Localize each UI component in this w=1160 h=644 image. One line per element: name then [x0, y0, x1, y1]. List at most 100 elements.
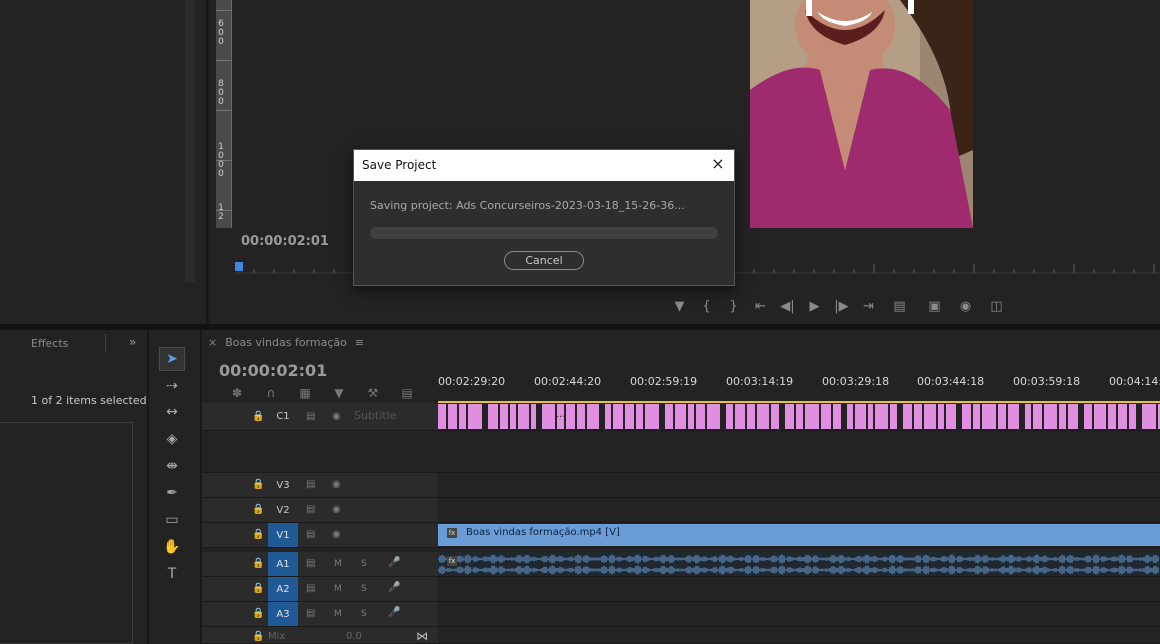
microphone-icon[interactable]: 🎤	[388, 557, 400, 568]
lock-icon[interactable]: 🔒	[252, 558, 264, 569]
track-select-tool-icon[interactable]: ⇢	[159, 374, 185, 398]
subtitle-clip[interactable]	[542, 404, 555, 429]
subtitle-clip[interactable]	[914, 404, 922, 429]
sequence-tab[interactable]: × Boas vindas formação ≡	[208, 336, 364, 349]
track-lane-a2[interactable]	[438, 577, 1160, 602]
subtitle-clip[interactable]	[868, 404, 873, 429]
go-to-out-icon[interactable]: ⇥	[855, 294, 882, 318]
mark-out-icon[interactable]: }	[720, 294, 747, 318]
subtitle-clip[interactable]	[577, 404, 585, 429]
tab-menu-icon[interactable]: ≡	[355, 336, 364, 349]
microphone-icon[interactable]: 🎤	[388, 582, 400, 593]
close-tab-icon[interactable]: ×	[208, 336, 217, 349]
track-name[interactable]: V3	[268, 473, 298, 497]
subtitle-clip[interactable]	[688, 404, 694, 429]
subtitle-clip[interactable]	[924, 404, 936, 429]
tab-effects[interactable]: Effects	[31, 337, 68, 350]
program-timecode[interactable]: 00:00:02:01	[241, 234, 329, 249]
sync-lock-icon[interactable]: ▤	[306, 529, 315, 540]
microphone-icon[interactable]: 🎤	[388, 607, 400, 618]
eye-icon[interactable]: ◉	[332, 504, 341, 515]
track-name[interactable]: A1	[268, 552, 298, 576]
track-name[interactable]: V2	[268, 498, 298, 522]
comparison-view-icon[interactable]: ◫	[979, 294, 1014, 318]
subtitle-clip[interactable]	[1033, 404, 1042, 429]
subtitle-clip[interactable]	[645, 404, 659, 429]
subtitle-clip[interactable]	[1094, 404, 1106, 429]
subtitle-clip[interactable]	[518, 404, 529, 429]
subtitle-clip[interactable]	[566, 404, 575, 429]
solo-button[interactable]: S	[361, 584, 367, 594]
go-to-end-icon[interactable]: ⋈	[416, 629, 428, 643]
lock-icon[interactable]: 🔒	[252, 583, 264, 594]
subtitle-clip[interactable]	[1129, 404, 1136, 429]
track-lane-c1[interactable]: ...	[438, 403, 1160, 431]
sync-lock-icon[interactable]: ▤	[306, 504, 315, 515]
subtitle-clip[interactable]	[847, 404, 853, 429]
export-frame-icon[interactable]: ◉	[952, 294, 979, 318]
subtitle-clip[interactable]	[488, 404, 498, 429]
rectangle-tool-icon[interactable]: ▭	[159, 508, 185, 532]
track-lane-mix[interactable]	[438, 627, 1160, 644]
subtitle-clip[interactable]	[510, 404, 516, 429]
subtitle-clip[interactable]	[438, 404, 446, 429]
settings-wrench-icon[interactable]: ⚒	[356, 385, 390, 401]
step-forward-icon[interactable]: |▶	[828, 294, 855, 318]
selection-tool-icon[interactable]: ➤	[159, 347, 185, 371]
extract-icon[interactable]: ▣	[917, 294, 952, 318]
eye-icon[interactable]: ◉	[332, 479, 341, 490]
mix-volume-value[interactable]: 0.0	[346, 631, 362, 642]
subtitle-clip[interactable]	[675, 404, 686, 429]
sync-lock-icon[interactable]: ▤	[306, 583, 315, 594]
subtitle-clip[interactable]	[1108, 404, 1116, 429]
subtitle-clip[interactable]	[1068, 404, 1078, 429]
captions-icon[interactable]: ▤	[390, 385, 424, 401]
subtitle-clip[interactable]	[805, 404, 819, 429]
lock-icon[interactable]: 🔒	[252, 631, 264, 642]
subtitle-clip[interactable]	[833, 404, 841, 429]
video-clip[interactable]: fx Boas vindas formação.mp4 [V]	[438, 524, 1160, 546]
track-lane-v2[interactable]	[438, 498, 1160, 523]
subtitle-clip[interactable]	[890, 404, 897, 429]
subtitle-clip[interactable]	[459, 404, 466, 429]
sync-lock-icon[interactable]: ▤	[306, 558, 315, 569]
subtitle-clip[interactable]	[665, 404, 673, 429]
subtitle-clip[interactable]	[821, 404, 831, 429]
subtitle-clip[interactable]	[726, 404, 733, 429]
track-name[interactable]: A2	[268, 577, 298, 601]
panel-overflow-icon[interactable]: »	[129, 335, 136, 349]
mute-button[interactable]: M	[334, 584, 342, 594]
linked-selection-icon[interactable]: ▦	[288, 385, 322, 401]
subtitle-clip[interactable]	[1008, 404, 1019, 429]
lock-icon[interactable]: 🔒	[252, 479, 264, 490]
subtitle-clip[interactable]	[448, 404, 457, 429]
subtitle-clip[interactable]	[605, 404, 611, 429]
type-tool-icon[interactable]: T	[159, 562, 185, 586]
subtitle-clip[interactable]	[998, 404, 1006, 429]
subtitle-clip[interactable]	[938, 404, 944, 429]
nest-icon[interactable]: ✽	[220, 385, 254, 401]
mute-button[interactable]: M	[334, 609, 342, 619]
subtitle-clip[interactable]	[1059, 404, 1066, 429]
lock-icon[interactable]: 🔒	[252, 504, 264, 515]
track-name[interactable]: V1	[268, 523, 298, 547]
panel-scrollbar[interactable]	[185, 0, 195, 282]
subtitle-clip[interactable]	[903, 404, 912, 429]
lock-icon[interactable]: 🔒	[252, 411, 264, 422]
play-icon[interactable]: ▶	[801, 294, 828, 318]
subtitle-clip[interactable]	[946, 404, 956, 429]
subtitle-clip[interactable]	[735, 404, 745, 429]
playhead-marker[interactable]	[235, 262, 243, 271]
track-lane-a1[interactable]: fx	[438, 552, 1160, 577]
cancel-button[interactable]: Cancel	[504, 251, 584, 270]
subtitle-clip[interactable]	[785, 404, 794, 429]
subtitle-clip[interactable]	[855, 404, 866, 429]
lock-icon[interactable]: 🔒	[252, 529, 264, 540]
subtitle-clip[interactable]	[1044, 404, 1057, 429]
step-back-icon[interactable]: ◀|	[774, 294, 801, 318]
subtitle-clip[interactable]	[796, 404, 803, 429]
track-lane-v3[interactable]	[438, 473, 1160, 498]
subtitle-clip[interactable]	[625, 404, 634, 429]
track-lane-a3[interactable]	[438, 602, 1160, 627]
timecode-ruler[interactable]: 00:02:29:20 00:02:44:20 00:02:59:19 00:0…	[438, 372, 1160, 402]
